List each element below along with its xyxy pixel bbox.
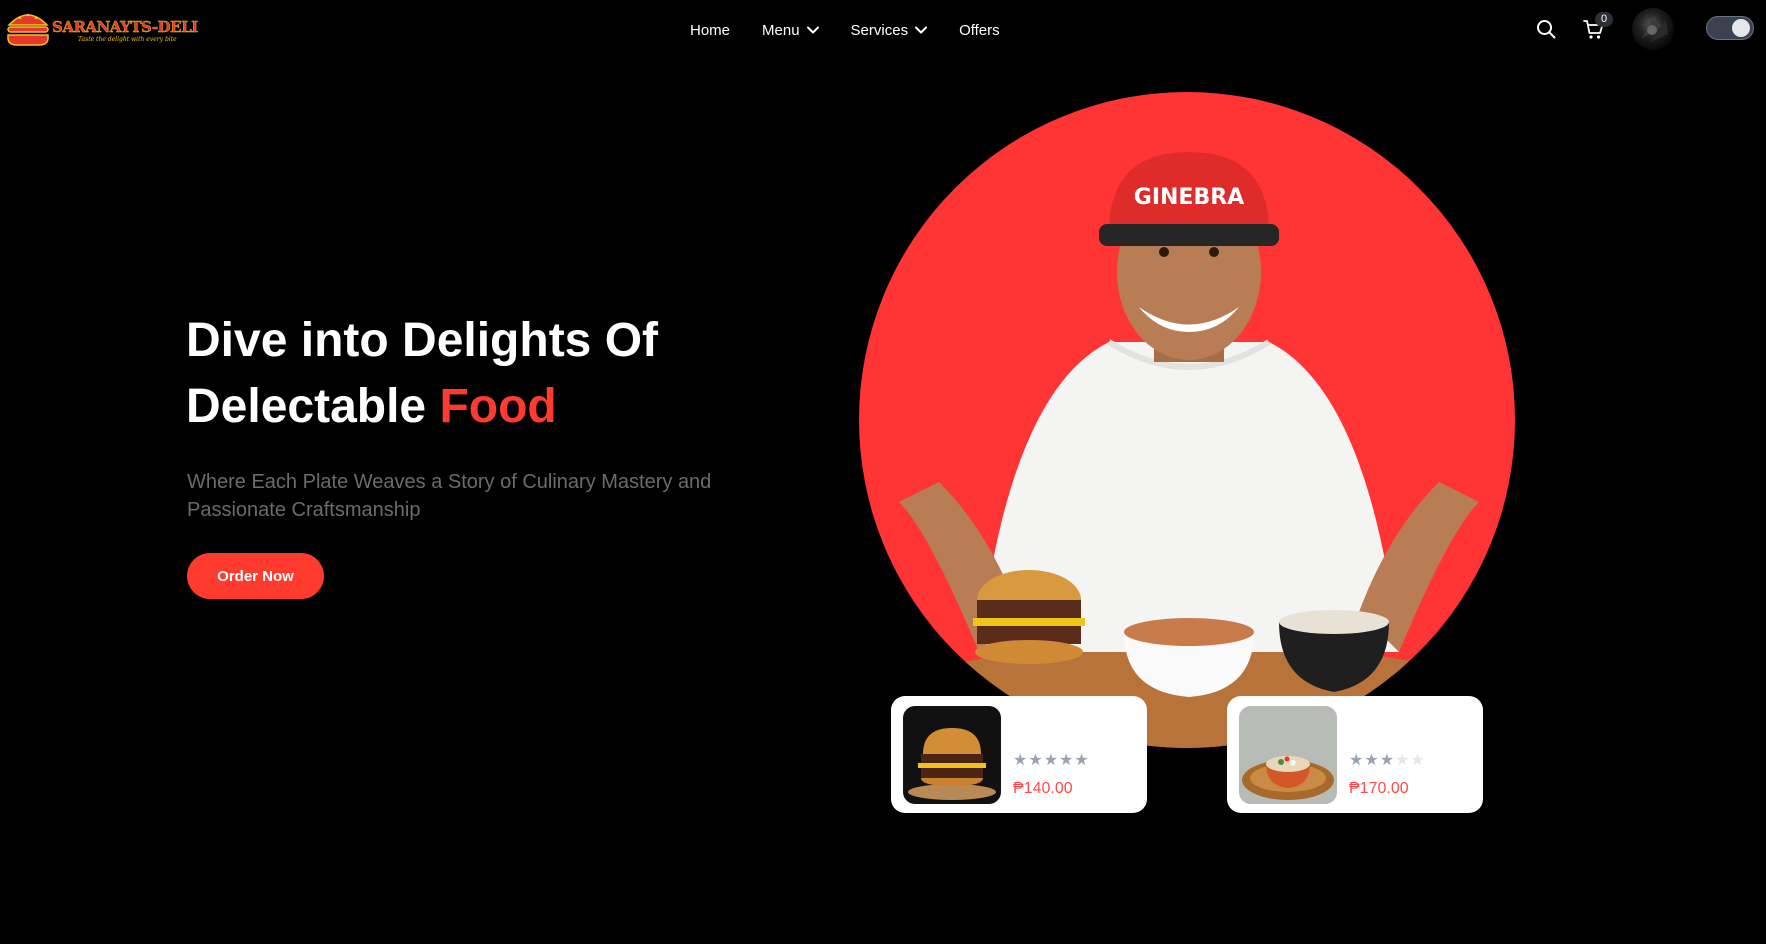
brand-logo[interactable]: SARANAYTS-DELI Taste the delight with ev… — [6, 8, 198, 54]
star-filled-icon: ★ — [1349, 752, 1364, 769]
site-header: SARANAYTS-DELI Taste the delight with ev… — [0, 0, 1766, 60]
cart-count-badge: 0 — [1595, 12, 1613, 27]
salad-bowl-icon — [1239, 706, 1337, 804]
brand-name: SARANAYTS-DELI — [52, 18, 199, 36]
svg-text:GINEBRA: GINEBRA — [1134, 185, 1244, 210]
nav-menu[interactable]: Menu — [762, 22, 819, 39]
nav-offers-label: Offers — [959, 21, 1000, 39]
theme-toggle-knob — [1732, 19, 1750, 37]
product-price: ₱140.00 — [1013, 780, 1073, 797]
rating-stars: ★ ★ ★ ★ ★ — [1013, 753, 1090, 769]
star-filled-icon: ★ — [1028, 752, 1043, 769]
main-nav: Home Menu Services Offers — [690, 0, 1032, 60]
star-filled-icon: ★ — [1074, 752, 1089, 769]
hero-title: Dive into Delights Of Delectable Food — [186, 308, 806, 440]
product-image-burger — [903, 706, 1001, 804]
burger-icon — [908, 728, 996, 800]
brand-tagline: Taste the delight with every bite — [78, 36, 177, 43]
nav-offers[interactable]: Offers — [959, 22, 1000, 39]
theme-toggle[interactable] — [1706, 16, 1754, 40]
search-icon[interactable] — [1536, 19, 1556, 39]
nav-home-label: Home — [690, 21, 731, 39]
order-now-button[interactable]: Order Now — [187, 553, 324, 599]
user-avatar[interactable] — [1632, 8, 1674, 50]
nav-services-label: Services — [850, 21, 909, 39]
burger-logo-icon — [7, 13, 49, 46]
hero-title-accent: Food — [439, 380, 557, 433]
chevron-down-icon — [915, 26, 928, 34]
nav-menu-label: Menu — [762, 21, 800, 39]
hero-title-line1: Dive into Delights Of — [186, 314, 659, 367]
product-card-2[interactable]: ★ ★ ★ ★ ★ ₱170.00 — [1227, 696, 1483, 813]
hero-image: GINEBRA — [859, 92, 1515, 748]
rating-stars: ★ ★ ★ ★ ★ — [1349, 753, 1426, 769]
star-filled-icon: ★ — [1379, 752, 1395, 769]
product-price: ₱170.00 — [1349, 780, 1409, 797]
product-card-1[interactable]: ★ ★ ★ ★ ★ ₱140.00 — [891, 696, 1147, 813]
nav-services[interactable]: Services — [851, 22, 928, 39]
product-image-salad — [1239, 706, 1337, 804]
star-empty-icon: ★ — [1410, 752, 1425, 769]
avatar-image — [1642, 16, 1668, 42]
star-filled-icon: ★ — [1043, 752, 1059, 769]
hero-subtitle: Where Each Plate Weaves a Story of Culin… — [187, 471, 712, 521]
star-filled-icon: ★ — [1059, 752, 1074, 769]
hero-title-line2: Delectable — [186, 380, 440, 433]
chef-with-food-illustration: GINEBRA — [869, 152, 1509, 748]
nav-home[interactable]: Home — [690, 22, 730, 39]
star-empty-icon: ★ — [1395, 752, 1410, 769]
star-filled-icon: ★ — [1013, 752, 1028, 769]
star-filled-icon: ★ — [1364, 752, 1379, 769]
chevron-down-icon — [806, 26, 819, 34]
